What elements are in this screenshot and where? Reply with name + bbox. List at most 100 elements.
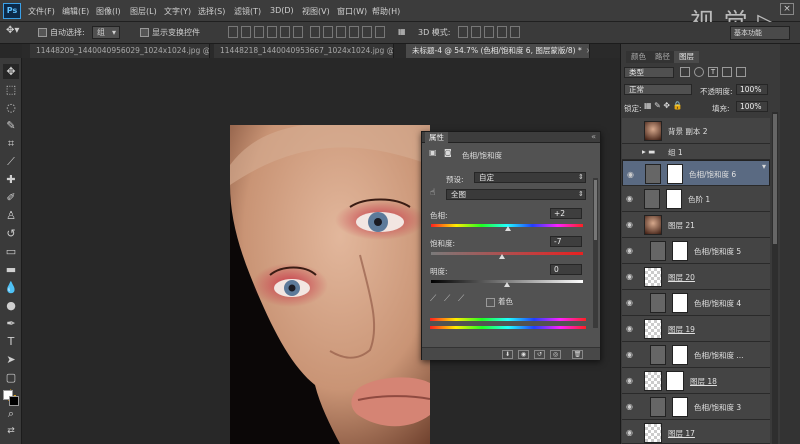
channel-dropdown[interactable]: 全图 — [446, 189, 586, 200]
menu-filter[interactable]: 滤镜(T) — [234, 6, 261, 17]
layer-row[interactable]: ◉ 图层 17 — [622, 420, 770, 444]
blend-mode-dropdown[interactable]: 正常 — [624, 84, 692, 95]
3d-mode-icons[interactable] — [458, 26, 520, 40]
background-color-swatch[interactable] — [9, 396, 19, 406]
eye-icon[interactable]: ◉ — [626, 194, 636, 203]
delete-icon[interactable]: 🗑 — [572, 350, 583, 359]
eye-icon[interactable]: ◉ — [627, 169, 637, 180]
eye-icon[interactable]: ◉ — [626, 220, 636, 229]
tab-properties[interactable]: 属性 — [425, 132, 448, 143]
clone-stamp-icon[interactable]: ♙ — [3, 208, 19, 223]
history-brush-icon[interactable]: ↺ — [3, 226, 19, 241]
menu-edit[interactable]: 编辑(E) — [62, 6, 89, 17]
layer-row-selected[interactable]: ◉ 色相/饱和度 6 — [622, 160, 770, 186]
align-icons[interactable] — [228, 26, 303, 40]
menu-image[interactable]: 图像(I) — [96, 6, 121, 17]
layer-row[interactable]: ◉ 色相/饱和度 ... — [622, 342, 770, 368]
layer-filter-icons[interactable]: T — [680, 67, 746, 77]
menu-layer[interactable]: 图层(L) — [130, 6, 157, 17]
smart-filter-icon[interactable] — [736, 67, 746, 77]
eyedropper-minus-icon[interactable]: ⟋ — [458, 294, 464, 304]
type-tool-icon[interactable]: T — [3, 334, 19, 349]
marquee-tool-icon[interactable]: ⬚ — [3, 82, 19, 97]
healing-brush-icon[interactable]: ✚ — [3, 172, 19, 187]
clip-to-layer-icon[interactable]: ⬇ — [502, 350, 513, 359]
blur-tool-icon[interactable]: 💧 — [3, 280, 19, 295]
zoom-tool-icon[interactable]: ⌕ — [3, 406, 19, 421]
tab-document-2[interactable]: 11448218_1440040953667_1024x1024.jpg @ .… — [214, 44, 394, 58]
reset-icon[interactable]: ↺ — [534, 350, 545, 359]
layer-row[interactable]: ◉ 图层 21 — [622, 212, 770, 238]
mask-icon[interactable]: ◙ — [444, 148, 452, 157]
move-tool-icon[interactable]: ✥▾ — [6, 25, 19, 36]
move-tool-icon[interactable]: ✥ — [3, 64, 19, 79]
eyedropper-plus-icon[interactable]: ⟋ — [444, 294, 450, 304]
saturation-slider-thumb[interactable] — [498, 254, 505, 259]
show-transform-checkbox[interactable]: 显示变换控件 — [140, 27, 200, 38]
close-icon[interactable]: × — [586, 46, 589, 55]
layer-row[interactable]: ◉ 色相/饱和度 4 — [622, 290, 770, 316]
gradient-tool-icon[interactable]: ▬ — [3, 262, 19, 277]
auto-select-dropdown[interactable]: 组 — [92, 26, 120, 39]
eye-icon[interactable]: ◉ — [626, 298, 636, 307]
layer-row[interactable]: ◉ 色相/饱和度 3 — [622, 394, 770, 420]
shape-filter-icon[interactable] — [722, 67, 732, 77]
shape-tool-icon[interactable]: ▢ — [3, 370, 19, 385]
colorize-checkbox[interactable]: 着色 — [486, 296, 513, 307]
eraser-tool-icon[interactable]: ▭ — [3, 244, 19, 259]
lightness-input[interactable]: 0 — [550, 264, 582, 275]
menu-3d[interactable]: 3D(D) — [270, 6, 294, 15]
workspace-dropdown[interactable]: 基本功能 — [730, 26, 790, 40]
hand-adjust-icon[interactable]: ☝ — [430, 188, 435, 198]
eyedropper-tool-icon[interactable]: ⟋ — [3, 154, 19, 169]
hue-slider-thumb[interactable] — [504, 226, 511, 231]
tab-paths[interactable]: 路径 — [650, 51, 675, 63]
layer-row[interactable]: ◉ 色阶 1 — [622, 186, 770, 212]
fill-input[interactable]: 100% — [736, 101, 768, 112]
pixel-filter-icon[interactable] — [680, 67, 690, 77]
menu-select[interactable]: 选择(S) — [198, 6, 225, 17]
canvas-photo[interactable] — [230, 125, 430, 444]
brush-tool-icon[interactable]: ✐ — [3, 190, 19, 205]
menu-view[interactable]: 视图(V) — [302, 6, 330, 17]
layer-row[interactable]: ◉ 图层 18 — [622, 368, 770, 394]
eye-icon[interactable]: ◉ — [626, 402, 636, 411]
close-window-button[interactable]: × — [780, 3, 794, 15]
layer-row[interactable]: ◉ 色相/饱和度 5 — [622, 238, 770, 264]
lasso-tool-icon[interactable]: ◌ — [3, 100, 19, 115]
view-previous-icon[interactable]: ◉ — [518, 350, 529, 359]
panel-menu-icon[interactable]: « — [591, 132, 596, 141]
eye-icon[interactable]: ◉ — [626, 376, 636, 385]
layer-row[interactable]: ▸ ▬ 组 1 — [622, 144, 770, 160]
eye-icon[interactable]: ◉ — [626, 272, 636, 281]
adjustment-filter-icon[interactable] — [694, 67, 704, 77]
layer-row[interactable]: ◉ 图层 20 — [622, 264, 770, 290]
menu-window[interactable]: 窗口(W) — [337, 6, 367, 17]
quick-select-tool-icon[interactable]: ✎ — [3, 118, 19, 133]
tab-document-active[interactable]: 未标题-4 @ 54.7% (色相/饱和度 6, 图层蒙版/8) * × — [406, 44, 590, 58]
menu-type[interactable]: 文字(Y) — [164, 6, 191, 17]
lock-icons[interactable]: ▦ ✎ ✥ 🔒 — [644, 101, 683, 110]
properties-scroll-thumb[interactable] — [594, 180, 597, 240]
eyedropper-icon[interactable]: ⟋ — [430, 294, 436, 304]
tab-layers[interactable]: 图层 — [674, 51, 699, 63]
eye-icon[interactable]: ◉ — [626, 350, 636, 359]
path-select-icon[interactable]: ➤ — [3, 352, 19, 367]
swap-colors-icon[interactable]: ⇄ — [3, 424, 19, 439]
menu-help[interactable]: 帮助(H) — [372, 6, 400, 17]
saturation-input[interactable]: -7 — [550, 236, 582, 247]
layer-kind-filter[interactable]: 类型 — [624, 67, 674, 78]
menu-file[interactable]: 文件(F) — [28, 6, 55, 17]
pen-tool-icon[interactable]: ✒ — [3, 316, 19, 331]
preset-dropdown[interactable]: 自定 — [474, 172, 586, 183]
tab-document-1[interactable]: 11448209_1440040956029_1024x1024.jpg @ .… — [30, 44, 210, 58]
hue-input[interactable]: +2 — [550, 208, 582, 219]
auto-align-icon[interactable]: ▦ — [398, 27, 406, 36]
auto-select-checkbox[interactable]: 自动选择: — [38, 27, 85, 38]
layers-scroll-thumb[interactable] — [773, 114, 777, 244]
visibility-icon[interactable]: ◎ — [550, 350, 561, 359]
layer-row[interactable]: ◉ 图层 19 — [622, 316, 770, 342]
tab-color[interactable]: 颜色 — [626, 51, 651, 63]
eye-icon[interactable]: ◉ — [626, 428, 636, 437]
lightness-slider-thumb[interactable] — [504, 282, 510, 287]
